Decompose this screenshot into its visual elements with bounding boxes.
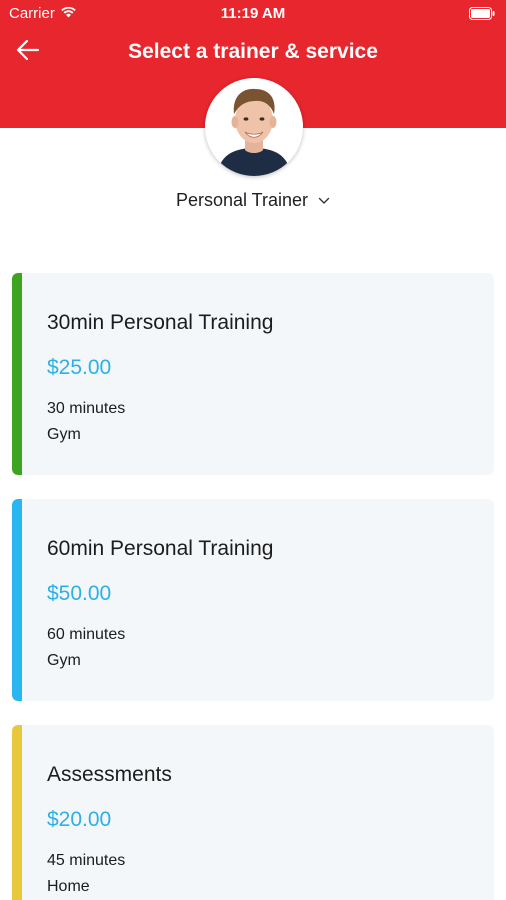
screen: Carrier 11:19 AM Select a trainer & serv…	[0, 0, 506, 900]
service-duration: 30 minutes	[47, 400, 126, 417]
service-accent-stripe	[12, 273, 22, 475]
service-card-assessments[interactable]: Assessments $20.00 45 minutes Home	[12, 725, 494, 900]
trainer-role-label: Personal Trainer	[175, 190, 309, 210]
service-price: $25.00	[47, 356, 112, 379]
trainer-avatar[interactable]	[205, 78, 303, 176]
trainer-dropdown[interactable]: Personal Trainer	[0, 190, 506, 211]
service-location: Gym	[47, 652, 81, 669]
status-bar: Carrier 11:19 AM	[0, 0, 506, 28]
service-card-30min[interactable]: 30min Personal Training $25.00 30 minute…	[12, 273, 494, 475]
service-name: Assessments	[47, 763, 172, 786]
battery-icon	[469, 7, 495, 20]
service-name: 30min Personal Training	[47, 311, 274, 334]
service-accent-stripe	[12, 725, 22, 900]
status-time: 11:19 AM	[220, 5, 286, 22]
service-price: $20.00	[47, 808, 112, 831]
service-location: Home	[47, 878, 90, 895]
service-location: Gym	[47, 426, 81, 443]
chevron-down-icon	[318, 192, 330, 210]
service-card-60min[interactable]: 60min Personal Training $50.00 60 minute…	[12, 499, 494, 701]
service-price: $50.00	[47, 582, 112, 605]
service-duration: 60 minutes	[47, 626, 126, 643]
page-title: Select a trainer & service	[128, 40, 378, 63]
navigation-bar: Select a trainer & service	[0, 30, 506, 74]
service-duration: 45 minutes	[47, 852, 126, 869]
service-accent-stripe	[12, 499, 22, 701]
service-name: 60min Personal Training	[47, 537, 274, 560]
